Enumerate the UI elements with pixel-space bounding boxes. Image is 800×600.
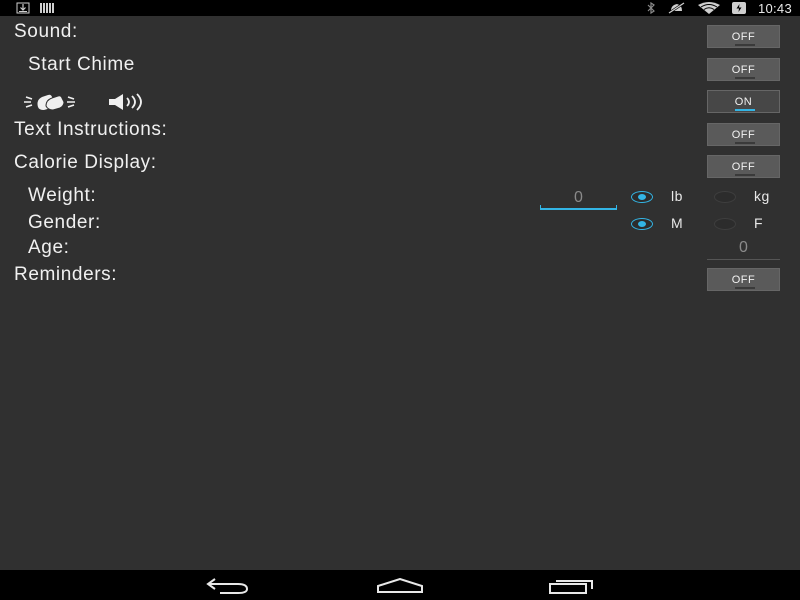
clap-sound-toggle[interactable]: ON [707,90,780,113]
mute-icon [668,2,685,14]
speaker-icon [109,93,142,111]
reminders-toggle-bar [735,287,755,289]
gender-m-label: M [671,215,684,231]
calorie-display-toggle-bar [735,174,755,176]
clock: 10:43 [757,0,792,16]
text-instructions-label: Text Instructions: [14,119,168,140]
calorie-display-toggle-text: OFF [731,161,756,173]
bluetooth-icon [647,2,655,14]
clapping-hands-icon [24,94,75,111]
age-input[interactable]: 0 [707,236,780,260]
status-left-icons [16,1,56,15]
reminders-toggle[interactable]: OFF [707,268,780,291]
text-instructions-toggle-bar [735,142,755,144]
battery-icon [731,2,746,14]
gender-f-radio[interactable] [714,218,736,230]
status-right-icons: 10:43 [646,0,792,16]
start-chime-toggle-bar [735,77,755,79]
sound-toggle-bar [735,44,755,46]
weight-label: Weight: [28,185,97,206]
weight-unit-lb-label: lb [671,188,683,204]
sound-toggle[interactable]: OFF [707,25,780,48]
clap-sound-toggle-bar [735,109,755,111]
back-icon[interactable] [206,577,252,595]
wifi-icon [697,2,720,14]
sound-label: Sound: [14,21,78,42]
gender-f-label: F [754,215,764,231]
weight-input[interactable]: 0 [540,186,617,210]
home-icon[interactable] [376,578,424,594]
sound-toggle-text: OFF [731,31,756,43]
clap-sound-toggle-text: ON [734,96,753,108]
weight-unit-kg-radio[interactable] [714,191,736,203]
download-icon [16,2,30,14]
age-label: Age: [28,237,70,258]
status-bar: 10:43 [0,0,800,16]
recent-apps-icon[interactable] [548,578,596,594]
weight-unit-lb-radio[interactable] [631,191,653,203]
reminders-toggle-text: OFF [731,274,756,286]
gender-m-radio[interactable] [631,218,653,230]
weight-unit-kg-label: kg [754,188,770,204]
barcode-icon [40,3,54,13]
start-chime-label: Start Chime [28,54,135,75]
navigation-bar [0,570,800,600]
calorie-display-toggle[interactable]: OFF [707,155,780,178]
start-chime-toggle-text: OFF [731,64,756,76]
text-instructions-toggle[interactable]: OFF [707,123,780,146]
text-instructions-toggle-text: OFF [731,129,756,141]
gender-label: Gender: [28,212,101,233]
start-chime-toggle[interactable]: OFF [707,58,780,81]
reminders-label: Reminders: [14,264,118,285]
calorie-display-label: Calorie Display: [14,152,157,173]
settings-panel: Sound: OFF Start Chime OFF ON Text Instr… [0,16,800,570]
